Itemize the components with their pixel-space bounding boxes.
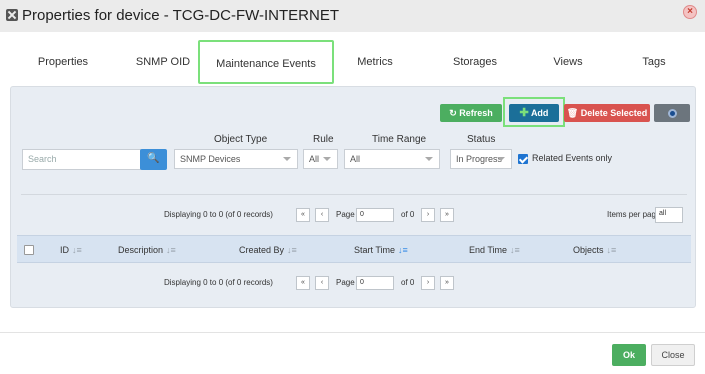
add-button-highlight: ✚ Add [503, 97, 565, 127]
column-id-label: ID [60, 245, 69, 255]
tab-storages[interactable]: Storages [440, 40, 510, 84]
refresh-icon: ↻ [449, 108, 460, 118]
column-end-time[interactable]: End Time ↓≡ [469, 245, 520, 255]
column-description-label: Description [118, 245, 164, 255]
related-events-checkbox[interactable] [518, 154, 528, 164]
first-page-button-bottom[interactable]: « [296, 276, 310, 290]
column-end-time-label: End Time [469, 245, 508, 255]
tab-bar: Properties SNMP OID Maintenance Events M… [0, 40, 705, 86]
footer-divider [0, 332, 705, 333]
refresh-button[interactable]: ↻ Refresh [440, 104, 502, 122]
next-page-button-bottom[interactable]: › [421, 276, 435, 290]
last-page-button-bottom[interactable]: » [440, 276, 454, 290]
add-label: Add [530, 108, 549, 118]
sort-icon: ↓≡ [72, 245, 82, 255]
tab-views[interactable]: Views [543, 40, 593, 84]
page-label-bottom: Page [336, 278, 355, 287]
device-icon [6, 9, 18, 21]
time-range-select[interactable]: All [344, 149, 440, 169]
title-bar: Properties for device - TCG-DC-FW-INTERN… [0, 0, 705, 32]
column-description[interactable]: Description ↓≡ [118, 245, 176, 255]
items-per-page-input[interactable]: all [655, 207, 683, 223]
gear-icon [667, 109, 677, 119]
page-input-bottom[interactable]: 0 [356, 276, 394, 290]
column-start-time[interactable]: Start Time ↓≡ [354, 245, 408, 255]
divider [21, 194, 687, 195]
close-button[interactable]: Close [651, 344, 695, 366]
tab-tags[interactable]: Tags [630, 40, 678, 84]
delete-label: Delete Selected [580, 108, 648, 118]
column-start-time-label: Start Time [354, 245, 396, 255]
sort-icon: ↓≡ [510, 245, 520, 255]
column-objects[interactable]: Objects ↓≡ [573, 245, 616, 255]
display-count-bottom: Displaying 0 to 0 (of 0 records) [164, 278, 273, 287]
time-range-label: Time Range [372, 134, 427, 145]
sort-icon: ↓≡ [287, 245, 297, 255]
maintenance-events-panel: ↻ Refresh ✚ Add 🗑 Delete Selected Object… [10, 86, 696, 308]
tab-properties[interactable]: Properties [20, 40, 106, 84]
tab-snmp-oid[interactable]: SNMP OID [120, 40, 206, 84]
sort-icon: ↓≡ [166, 245, 176, 255]
sort-icon: ↓≡ [606, 245, 617, 255]
delete-selected-button[interactable]: 🗑 Delete Selected [564, 104, 650, 122]
select-all-checkbox[interactable] [24, 245, 34, 255]
tab-metrics[interactable]: Metrics [345, 40, 405, 84]
status-select[interactable]: In Progress [450, 149, 512, 169]
items-per-page-label: Items per page [607, 210, 661, 219]
column-created-by-label: Created By [239, 245, 285, 255]
table-header: ID ↓≡ Description ↓≡ Created By ↓≡ Start Ti… [17, 235, 691, 263]
close-icon[interactable]: × [683, 5, 697, 19]
prev-page-button-bottom[interactable]: ‹ [315, 276, 329, 290]
refresh-label: Refresh [459, 108, 493, 118]
page-input-top[interactable]: 0 [356, 208, 394, 222]
first-page-button[interactable]: « [296, 208, 310, 222]
status-label: Status [467, 134, 496, 145]
page-label-top: Page [336, 210, 355, 219]
object-type-label: Object Type [214, 134, 268, 145]
add-button[interactable]: ✚ Add [509, 104, 559, 122]
prev-page-button[interactable]: ‹ [315, 208, 329, 222]
last-page-button[interactable]: » [440, 208, 454, 222]
search-input[interactable]: Search [22, 149, 141, 170]
settings-button[interactable] [654, 104, 690, 122]
of-pages-top: of 0 [401, 210, 415, 219]
rule-label: Rule [313, 134, 334, 145]
of-pages-bottom: of 0 [401, 278, 415, 287]
next-page-button[interactable]: › [421, 208, 435, 222]
search-icon: 🔍 [147, 153, 160, 164]
trash-icon: 🗑 [566, 108, 579, 118]
plus-icon: ✚ [519, 107, 529, 119]
search-button[interactable]: 🔍 [140, 149, 167, 170]
object-type-select[interactable]: SNMP Devices [174, 149, 298, 169]
column-id[interactable]: ID ↓≡ [60, 245, 82, 255]
related-events-label: Related Events only [532, 153, 613, 163]
rule-select[interactable]: All [303, 149, 338, 169]
window-title: Properties for device - TCG-DC-FW-INTERN… [22, 7, 339, 24]
tab-maintenance-events[interactable]: Maintenance Events [198, 40, 334, 84]
sort-desc-icon: ↓≡ [398, 245, 408, 255]
column-created-by[interactable]: Created By ↓≡ [239, 245, 297, 255]
ok-button[interactable]: Ok [612, 344, 646, 366]
column-objects-label: Objects [573, 245, 604, 255]
display-count-top: Displaying 0 to 0 (of 0 records) [164, 210, 273, 219]
